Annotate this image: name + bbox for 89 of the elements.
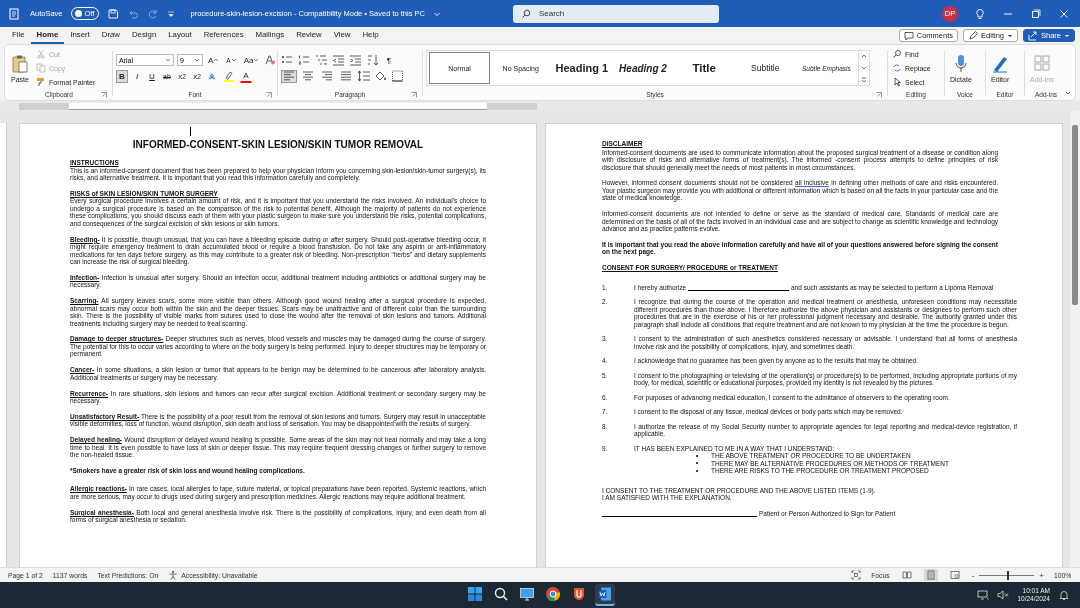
format-button[interactable]: U (146, 69, 158, 83)
microphone-icon (954, 53, 967, 74)
style-option[interactable]: Subtitle (734, 52, 796, 84)
style-option[interactable]: Title (673, 52, 735, 84)
align-icon (302, 70, 314, 82)
search-icon (520, 8, 531, 19)
save-icon[interactable] (106, 7, 119, 20)
read-view-icon (901, 570, 912, 580)
monitor-icon (519, 586, 535, 602)
font-size-button[interactable]: Aa (241, 53, 262, 67)
caret-icon (165, 57, 171, 63)
align-button[interactable] (300, 69, 316, 83)
align-button[interactable] (338, 69, 354, 83)
format-button[interactable]: I (131, 69, 143, 83)
clear-formatting-icon[interactable] (264, 54, 277, 66)
decrease-indent-icon[interactable] (332, 54, 346, 66)
highlight-button[interactable] (221, 69, 237, 83)
dialog-launcher-icon[interactable] (101, 92, 107, 98)
comment-icon (903, 30, 914, 41)
numbering-icon[interactable] (298, 54, 312, 66)
font-size-button[interactable]: A (206, 53, 222, 67)
word-app-button[interactable] (595, 584, 615, 606)
caret-icon (230, 57, 237, 63)
windows-grid-icon (467, 586, 483, 602)
network-icon[interactable] (977, 589, 990, 601)
style-option[interactable]: Heading 1 (551, 52, 613, 84)
view-button[interactable] (923, 569, 938, 581)
show-marks-button[interactable]: ¶ (383, 53, 395, 67)
caret-icon (1064, 32, 1070, 39)
share-icon (1028, 30, 1038, 41)
search-icon (493, 586, 509, 602)
scroll-down-icon[interactable] (860, 64, 868, 72)
caret-icon (194, 57, 200, 63)
line-spacing-icon[interactable] (357, 70, 371, 82)
notification-bell-icon[interactable] (1058, 589, 1070, 601)
shading-icon[interactable] (374, 70, 388, 82)
align-button[interactable] (319, 69, 335, 83)
zoom-in-button[interactable]: + (1039, 570, 1044, 580)
align-button[interactable] (281, 69, 297, 83)
shield-icon (571, 586, 587, 602)
muted-speaker-icon[interactable] (997, 589, 1010, 601)
replace-icon (892, 63, 902, 73)
align-icon (283, 70, 295, 82)
zoom-out-button[interactable]: - (971, 570, 975, 580)
vertical-scrollbar[interactable] (1070, 111, 1080, 567)
caret-icon (213, 57, 220, 63)
borders-icon[interactable] (391, 70, 405, 82)
focus-icon[interactable] (851, 570, 862, 580)
document-app-icon (597, 586, 613, 602)
caret-icon (1007, 32, 1013, 39)
search-icon (892, 49, 902, 59)
font-color-button[interactable]: A (240, 69, 252, 83)
multilevel-list-icon[interactable] (315, 54, 329, 66)
pointer-icon (892, 77, 902, 87)
format-button[interactable]: B (116, 69, 128, 83)
expand-gallery-icon[interactable] (860, 76, 868, 84)
restore-icon[interactable] (1030, 7, 1042, 20)
document-title: INFORMED-CONSENT-SKIN LESION/SKIN TUMOR REMOVAL (131, 139, 425, 150)
dialog-launcher-icon[interactable] (411, 92, 417, 98)
align-icon (321, 70, 333, 82)
caret-icon (253, 57, 260, 63)
paintbrush-icon (36, 77, 46, 87)
sort-icon[interactable] (366, 54, 380, 66)
text-cursor (190, 127, 191, 136)
print-view-icon (925, 570, 936, 580)
scissors-icon (36, 49, 46, 59)
copy-icon (36, 63, 46, 73)
customize-caret-icon[interactable] (166, 9, 175, 18)
lightbulb-icon[interactable] (974, 7, 986, 20)
web-view-icon (949, 570, 960, 580)
search-field[interactable]: Search (512, 4, 719, 23)
align-icon (340, 70, 352, 82)
highlighter-icon (223, 70, 235, 82)
pencil-icon (968, 30, 979, 41)
bullets-icon[interactable] (281, 54, 295, 66)
dialog-launcher-icon[interactable] (876, 92, 882, 98)
clipboard-icon (11, 53, 29, 74)
close-icon[interactable] (1058, 7, 1070, 20)
redo-icon[interactable] (146, 7, 159, 20)
dialog-launcher-icon[interactable] (266, 92, 272, 98)
browser-icon (545, 586, 561, 602)
document-icon[interactable] (8, 7, 20, 20)
collapse-ribbon-icon[interactable] (1064, 89, 1072, 97)
grid-icon (1032, 53, 1051, 74)
view-button[interactable] (947, 569, 962, 581)
view-button[interactable] (899, 569, 914, 581)
scroll-up-icon[interactable] (860, 52, 868, 60)
accessibility-icon[interactable] (168, 570, 179, 580)
style-option[interactable]: Heading 2 (612, 52, 674, 84)
